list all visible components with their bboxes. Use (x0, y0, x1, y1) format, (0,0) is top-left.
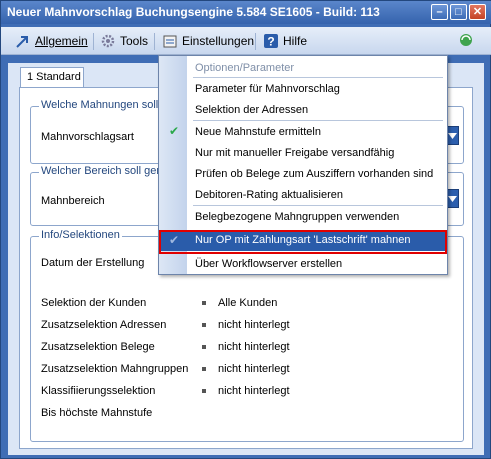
menu-hilfe-label: Hilfe (283, 34, 308, 48)
group-mahnungen-title: Welche Mahnungen sollen (39, 99, 173, 111)
chevron-down-icon (448, 196, 457, 202)
selection-value: nicht hinterlegt (218, 341, 290, 353)
mahnbereich-label: Mahnbereich (41, 195, 105, 207)
menu-allgemein-label: Allgemein (35, 34, 88, 48)
selection-label: Bis höchste Mahnstufe (41, 407, 153, 419)
bullet-icon (202, 323, 206, 327)
menu-tools[interactable]: Tools (100, 32, 148, 50)
selection-label: Klassifiierungsselektion (41, 385, 156, 397)
menu-einstellungen[interactable]: Einstellungen (162, 32, 254, 50)
group-info-title: Info/Selektionen (39, 229, 122, 241)
chevron-down-icon (448, 133, 457, 139)
checkmark-icon: ✔ (169, 124, 180, 138)
menu-separator (193, 205, 443, 206)
menu-item-ausziffern[interactable]: Prüfen ob Belege zum Ausziffern vorhande… (195, 168, 433, 180)
toolbar: Allgemein Tools Einstellungen ? Hilfe (1, 27, 491, 55)
close-icon: ✕ (472, 6, 483, 18)
svg-text:?: ? (267, 35, 274, 49)
refresh-icon[interactable] (457, 31, 475, 49)
maximize-button[interactable]: □ (450, 4, 467, 20)
bullet-icon (202, 301, 206, 305)
mahnvorschlagsart-label: Mahnvorschlagsart (41, 131, 134, 143)
menu-item-belegbezogene-mahngruppen[interactable]: Belegbezogene Mahngruppen verwenden (195, 211, 399, 223)
menu-hilfe[interactable]: ? Hilfe (263, 32, 307, 50)
menu-item-manuelle-freigabe[interactable]: Nur mit manueller Freigabe versandfähig (195, 147, 394, 159)
tab-standard[interactable]: 1 Standard (20, 67, 84, 87)
minimize-button[interactable]: – (431, 4, 448, 20)
menu-item-workflowserver[interactable]: Über Workflowserver erstellen (195, 258, 342, 270)
menu-item-debitoren-rating[interactable]: Debitoren-Rating aktualisieren (195, 189, 343, 201)
group-bereich-title: Welcher Bereich soll gema (39, 165, 174, 177)
minimize-icon: – (436, 6, 443, 18)
bullet-icon (202, 345, 206, 349)
menu-item-parameter[interactable]: Parameter für Mahnvorschlag (195, 83, 340, 95)
selection-label: Zusatzselektion Adressen (41, 319, 167, 331)
app-window: Neuer Mahnvorschlag Buchungsengine 5.584… (0, 0, 491, 459)
menu-separator (193, 77, 443, 78)
selection-value: nicht hinterlegt (218, 363, 290, 375)
selection-value: nicht hinterlegt (218, 385, 290, 397)
maximize-icon: □ (455, 6, 462, 18)
settings-icon (163, 35, 177, 48)
toolbar-separator (154, 33, 155, 50)
menu-separator (193, 120, 443, 121)
toolbar-separator (255, 33, 256, 50)
selection-value: nicht hinterlegt (218, 319, 290, 331)
bullet-icon (202, 389, 206, 393)
close-button[interactable]: ✕ (469, 4, 486, 20)
selection-label: Selektion der Kunden (41, 297, 147, 309)
menu-header: Optionen/Parameter (195, 62, 295, 74)
highlight-annotation-box (159, 230, 447, 254)
gear-icon (101, 34, 115, 48)
selection-label: Zusatzselektion Belege (41, 341, 155, 353)
title-bar: Neuer Mahnvorschlag Buchungsengine 5.584… (1, 1, 491, 24)
menu-item-neue-mahnstufe[interactable]: Neue Mahnstufe ermitteln (195, 126, 321, 138)
selection-label: Zusatzselektion Mahngruppen (41, 363, 189, 375)
toolbar-separator (93, 33, 94, 50)
menu-item-selektion-adressen[interactable]: Selektion der Adressen (195, 104, 308, 116)
bullet-icon (202, 367, 206, 371)
arrow-icon (16, 36, 28, 48)
menu-einstellungen-label: Einstellungen (182, 34, 255, 48)
menu-allgemein[interactable]: Allgemein (15, 32, 88, 50)
datum-label: Datum der Erstellung (41, 257, 145, 269)
menu-tools-label: Tools (120, 34, 149, 48)
window-title: Neuer Mahnvorschlag Buchungsengine 5.584… (7, 5, 380, 19)
selection-value: Alle Kunden (218, 297, 278, 309)
help-icon: ? (264, 34, 278, 49)
